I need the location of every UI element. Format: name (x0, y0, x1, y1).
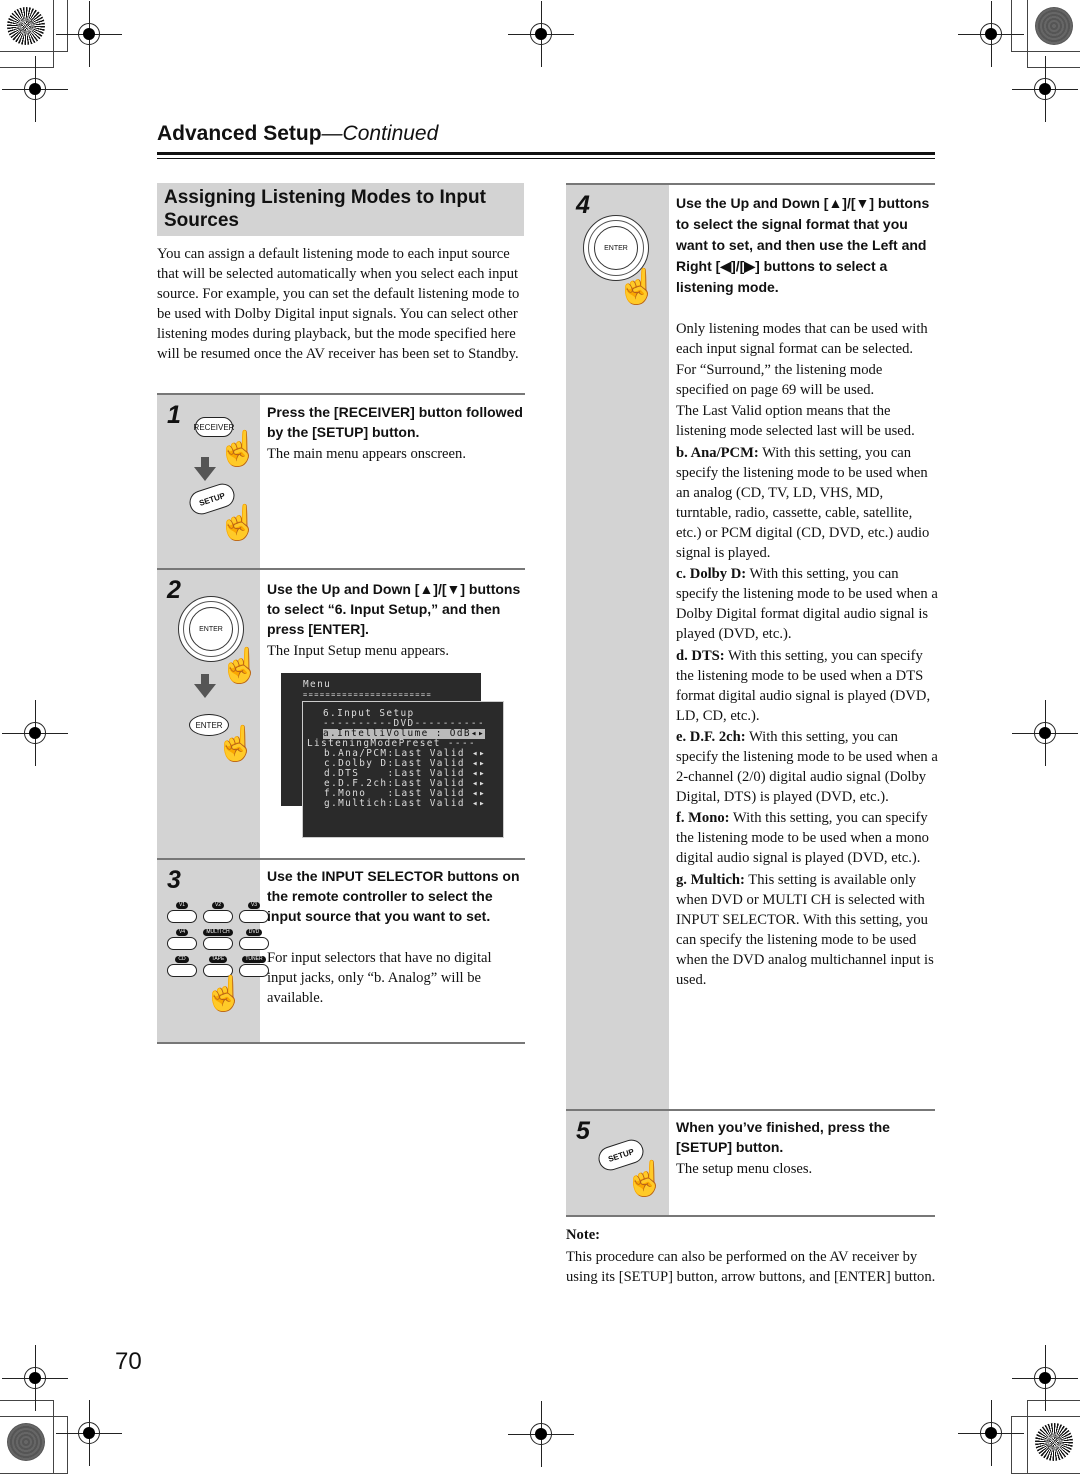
definition-item: c. Dolby D: With this setting, you can s… (676, 564, 938, 644)
definition-term: b. Ana/PCM: (676, 444, 759, 461)
selector-button-oval (239, 910, 269, 923)
step-instruction: Use the Up and Down [▲]/[▼] buttons to s… (267, 581, 521, 637)
intro-paragraph: You can assign a default listening mode … (157, 246, 520, 363)
step-description: For input selectors that have no digital… (267, 950, 492, 1007)
osd-menu-rule: ======================= (303, 691, 433, 699)
step-description: The setup menu closes. (676, 1161, 813, 1177)
definition-term: d. DTS: (676, 647, 725, 664)
step-illustration-panel: ENTER ☝ ENTER ☝ (157, 570, 262, 858)
step-3: V1 V2 V3 V4 MULTI CH DVD CD TAPE TUNER ☝ 3 Use t… (157, 858, 525, 1044)
page-header-title: Advanced Setup—Continued (157, 122, 438, 146)
star-target-icon (7, 7, 45, 45)
selector-button-oval (167, 964, 197, 977)
definition-item: e. D.F. 2ch: With this setting, you can … (676, 727, 938, 807)
selector-button-oval (167, 937, 197, 950)
osd-input-setup-screen: 6.Input Setup ----------DVD---------- a.… (302, 701, 504, 838)
selector-button-icon: MULTI CH (203, 929, 233, 950)
selector-button-icon: CD (167, 956, 197, 977)
selector-button-icon: V4 (167, 929, 197, 950)
pointing-hand-icon: ☝ (203, 976, 246, 1013)
input-selector-buttons: V1 V2 V3 V4 MULTI CH DVD CD TAPE TUNER (167, 902, 269, 977)
step-number: 5 (576, 1117, 590, 1145)
pointing-hand-icon: ☝ (624, 1161, 667, 1198)
selector-button-oval (203, 937, 233, 950)
header-title-bold: Advanced Setup (157, 122, 322, 145)
step-paragraph: Only listening modes that can be used wi… (676, 321, 928, 358)
down-arrow-icon (194, 467, 216, 481)
step-5: SETUP ☝ 5 When you’ve finished, press th… (566, 1109, 935, 1217)
step-paragraph: For “Surround,” the listening mode speci… (676, 362, 883, 399)
note-title: Note: (566, 1227, 601, 1243)
selector-button-icon: DVD (239, 929, 269, 950)
step-instruction: Press the [RECEIVER] button followed by … (267, 404, 523, 440)
step-divider-bottom (157, 1042, 525, 1044)
definition-term: f. Mono: (676, 810, 730, 827)
header-rule-thick (157, 152, 935, 155)
definition-text: This setting is available only when DVD … (676, 871, 934, 988)
selector-button-icon: V2 (203, 902, 233, 923)
section-title: Assigning Listening Modes to Input Sourc… (164, 187, 486, 231)
step-instruction: When you’ve finished, press the [SETUP] … (676, 1119, 890, 1155)
definition-term: g. Multich: (676, 871, 745, 888)
down-arrow-icon (194, 684, 216, 698)
step-1: RECEIVER ☝ SETUP ☝ 1 Press the [RECEIVER… (157, 393, 525, 568)
selector-button-label: TUNER (242, 956, 266, 963)
selector-button-label: TAPE (208, 956, 228, 963)
note-body: This procedure can also be performed on … (566, 1249, 936, 1286)
step-paragraph: The Last Valid option means that the lis… (676, 403, 915, 440)
selector-button-label: DVD (245, 929, 263, 936)
definition-item: d. DTS: With this setting, you can speci… (676, 646, 938, 726)
step-number: 4 (576, 191, 590, 219)
selector-button-icon: V1 (167, 902, 197, 923)
step-instruction: Use the INPUT SELECTOR buttons on the re… (267, 868, 520, 924)
selector-button-label: V2 (211, 902, 225, 909)
down-arrow-stem (201, 674, 209, 684)
selector-button-icon: TAPE (203, 956, 233, 977)
pointing-hand-icon: ☝ (217, 505, 260, 542)
selector-button-icon: TUNER (239, 956, 269, 977)
selector-button-label: MULTI CH (203, 929, 233, 936)
definition-term: c. Dolby D: (676, 566, 747, 583)
definition-item: f. Mono: With this setting, you can spec… (676, 808, 938, 868)
step-description: The Input Setup menu appears. (267, 643, 449, 659)
star-target-icon (1035, 1423, 1073, 1461)
page-number: 70 (115, 1348, 142, 1375)
osd-menu-title: Menu (303, 679, 332, 690)
selector-button-icon: V3 (239, 902, 269, 923)
selector-button-oval (203, 910, 233, 923)
selector-button-oval (167, 910, 197, 923)
step-4: ENTER ☝ 4 Use the Up and Down [▲]/[▼] bu… (566, 183, 938, 1109)
step-number: 1 (167, 401, 181, 429)
definition-text: With this setting, you can specify the l… (676, 444, 930, 562)
header-title-italic: —Continued (321, 122, 439, 145)
step-description: The main menu appears onscreen. (267, 446, 466, 462)
step-illustration-panel: ENTER ☝ (566, 185, 669, 1109)
selector-button-label: V1 (175, 902, 189, 909)
ring-target-icon (7, 1423, 45, 1461)
selector-button-label: V3 (247, 902, 261, 909)
selector-button-label: CD (175, 956, 189, 963)
osd-line: g.Multich:Last Valid ◂▸ (317, 798, 487, 809)
step-number: 2 (167, 576, 181, 604)
ring-target-icon (1035, 7, 1073, 45)
definition-list: b. Ana/PCM: With this setting, you can s… (676, 443, 938, 991)
step-number: 3 (167, 866, 181, 894)
pointing-hand-icon: ☝ (215, 726, 258, 763)
header-rule-thin (157, 158, 935, 159)
selector-button-oval (239, 937, 269, 950)
down-arrow-stem (201, 457, 209, 467)
step-instruction: Use the Up and Down [▲]/[▼] buttons to s… (676, 195, 930, 295)
definition-term: e. D.F. 2ch: (676, 728, 746, 745)
selector-button-label: V4 (175, 929, 189, 936)
definition-item: b. Ana/PCM: With this setting, you can s… (676, 443, 938, 564)
step-details: Only listening modes that can be used wi… (676, 319, 938, 990)
definition-item: g. Multich: This setting is available on… (676, 870, 938, 991)
pointing-hand-icon: ☝ (616, 269, 659, 306)
pointing-hand-icon: ☝ (217, 431, 260, 468)
pointing-hand-icon: ☝ (219, 648, 262, 685)
step-divider-bottom (566, 1215, 935, 1217)
